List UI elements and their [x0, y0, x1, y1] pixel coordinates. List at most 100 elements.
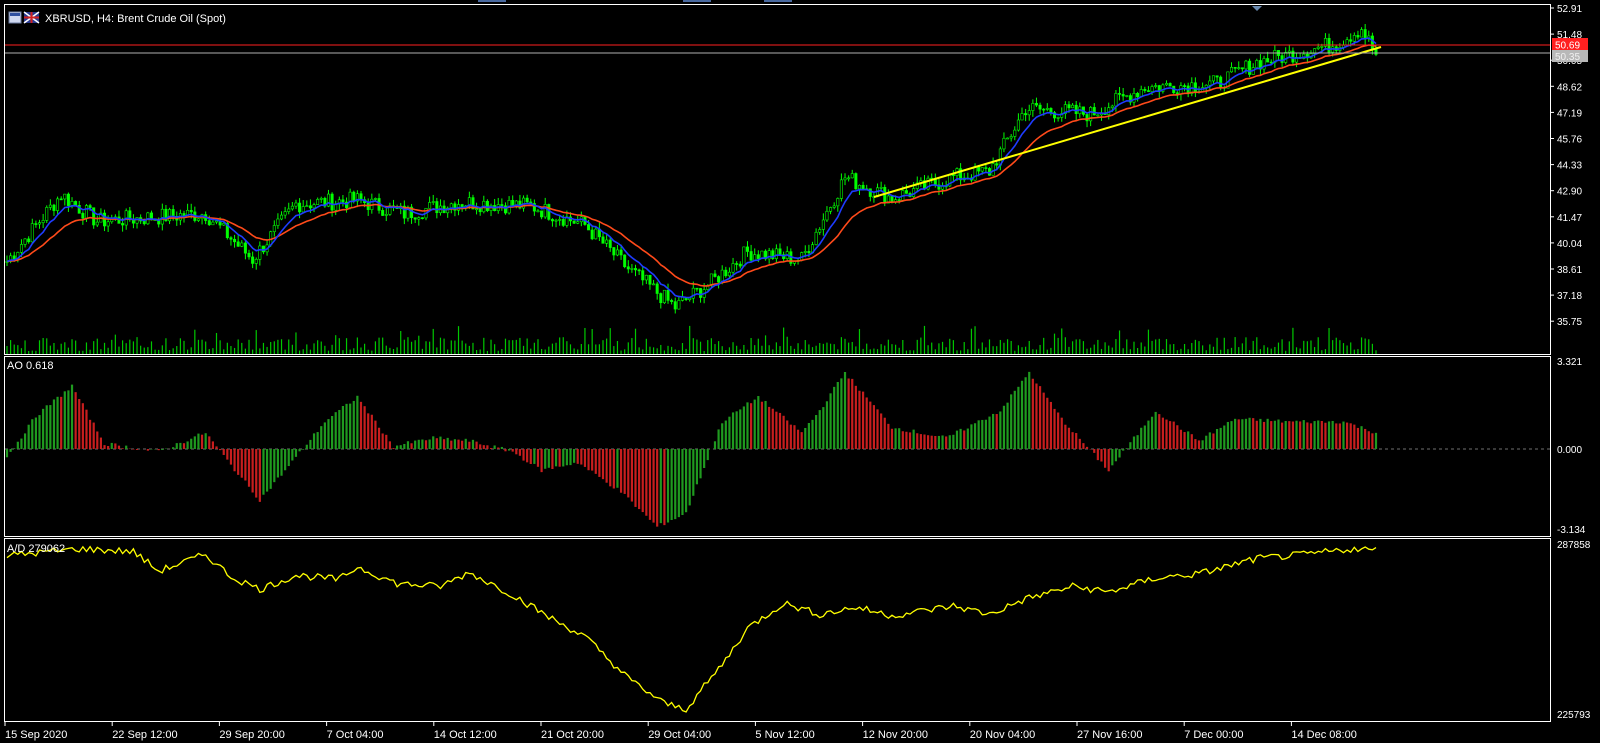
time-axis-label: 29 Sep 20:00 — [219, 729, 284, 741]
candle-bull — [829, 207, 833, 212]
candle-bull — [222, 223, 226, 226]
candle-bear — [890, 195, 894, 203]
candle-bull — [1284, 52, 1288, 63]
candle-bear — [1215, 75, 1219, 78]
candle-bull — [211, 221, 215, 226]
candle-bull — [1316, 46, 1320, 49]
candle-bear — [59, 198, 63, 201]
candle-bear — [1024, 113, 1028, 116]
candle-bull — [23, 238, 27, 245]
candle-bear — [233, 238, 237, 243]
candle-bull — [1002, 137, 1006, 150]
candle-bear — [485, 200, 489, 211]
candle-bear — [1240, 67, 1244, 70]
candle-bull — [1352, 35, 1356, 42]
candle-bull — [576, 221, 580, 224]
time-axis-label: 22 Sep 12:00 — [112, 729, 177, 741]
candle-bull — [301, 206, 305, 213]
candle-bull — [19, 244, 23, 253]
candle-bull — [821, 219, 825, 230]
candle-bear — [121, 223, 125, 226]
candle-bull — [847, 177, 851, 180]
candle-bear — [699, 288, 703, 298]
candle-bull — [839, 179, 843, 199]
candle-bear — [724, 269, 728, 277]
candle-bull — [290, 205, 294, 210]
candle-bear — [883, 187, 887, 204]
candle-bear — [66, 193, 70, 206]
candle-bull — [644, 274, 648, 281]
candle-bear — [897, 199, 901, 201]
candle-bull — [258, 245, 262, 260]
candle-bull — [45, 207, 49, 221]
candle-bull — [160, 208, 164, 225]
time-axis-label: 21 Oct 20:00 — [541, 729, 604, 741]
chart-window-icon[interactable] — [8, 11, 22, 24]
candle-bull — [594, 228, 598, 240]
candle-bear — [1370, 35, 1374, 50]
ad-axis-label: 287858 — [1557, 540, 1591, 551]
candle-bear — [27, 238, 31, 243]
candle-bull — [63, 193, 67, 200]
candle-bear — [1183, 85, 1187, 87]
candle-bull — [1255, 60, 1259, 68]
price-axis-label: 37.18 — [1557, 291, 1582, 302]
candle-bull — [56, 198, 60, 211]
candle-bull — [1320, 46, 1324, 48]
candle-bear — [1349, 39, 1353, 42]
candle-bull — [1020, 113, 1024, 121]
candle-bear — [550, 219, 554, 222]
candle-bull — [1230, 67, 1234, 73]
trading-chart-window[interactable]: XBRUSD, H4: Brent Crude Oil (Spot) 52.91… — [0, 0, 1600, 743]
candle-bear — [1356, 35, 1360, 38]
candle-bear — [713, 273, 717, 277]
candle-bull — [1211, 75, 1215, 82]
candle-bear — [12, 255, 16, 260]
candle-bull — [417, 217, 421, 220]
ao-axis-label: 3.321 — [1557, 357, 1582, 368]
candle-bull — [1071, 104, 1075, 109]
candle-bear — [619, 249, 623, 256]
candle-bear — [623, 254, 627, 268]
candle-bear — [561, 219, 565, 226]
candle-bull — [428, 202, 432, 209]
chart-symbol-label: XBRUSD, H4: Brent Crude Oil (Spot) — [45, 13, 226, 25]
candle-bull — [316, 199, 320, 205]
candle-bull — [348, 191, 352, 209]
candle-bull — [283, 211, 287, 216]
ao-axis-label: 0.000 — [1557, 445, 1582, 456]
price-axis-label: 35.75 — [1557, 317, 1582, 328]
candle-bull — [30, 223, 34, 243]
candle-bear — [749, 251, 753, 261]
candle-bull — [48, 204, 52, 208]
candle-bull — [84, 205, 88, 219]
candle-bear — [854, 173, 858, 190]
candle-bear — [74, 201, 78, 206]
candle-bear — [634, 268, 638, 271]
candle-bull — [680, 297, 684, 301]
candle-bear — [229, 237, 233, 240]
candle-bull — [677, 300, 681, 310]
candle-bull — [615, 249, 619, 256]
price-axis-label: 38.61 — [1557, 265, 1582, 276]
time-axis-label: 14 Dec 08:00 — [1291, 729, 1356, 741]
price-axis-label: 42.90 — [1557, 187, 1582, 198]
candle-bear — [1266, 58, 1270, 63]
candle-bear — [1118, 93, 1122, 95]
candle-bear — [525, 197, 529, 203]
candle-bear — [261, 245, 265, 253]
candle-bear — [435, 201, 439, 214]
candle-bull — [312, 204, 316, 209]
candle-bull — [980, 167, 984, 172]
candle-bull — [558, 219, 562, 221]
candle-bull — [240, 242, 244, 247]
candle-bear — [251, 256, 255, 264]
ao-pane-label: AO 0.618 — [7, 360, 53, 372]
candle-bear — [547, 204, 551, 220]
candle-bull — [280, 214, 284, 220]
price-axis-label: 48.62 — [1557, 82, 1582, 93]
candle-bull — [814, 231, 818, 245]
candle-bear — [1219, 76, 1223, 88]
candle-bull — [774, 248, 778, 259]
candle-bull — [106, 221, 110, 227]
